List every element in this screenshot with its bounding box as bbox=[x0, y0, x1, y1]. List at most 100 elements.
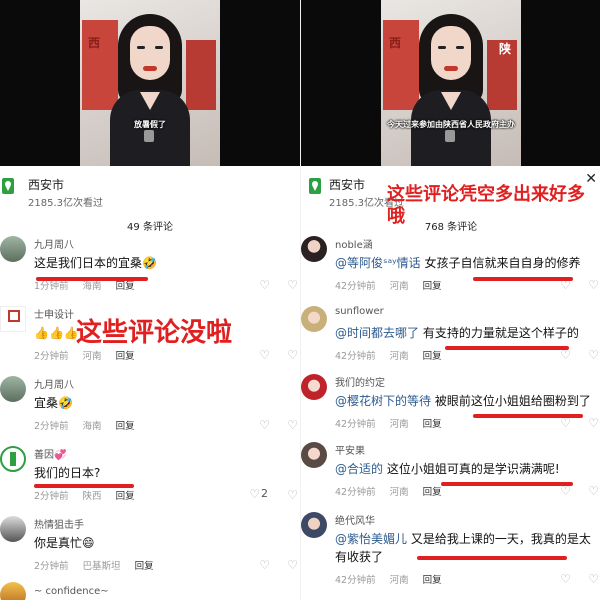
comment-username[interactable]: ~ confidence~ bbox=[34, 586, 109, 597]
avatar[interactable] bbox=[301, 236, 327, 262]
comment-count: 49 条评论 bbox=[127, 222, 173, 233]
dislike-icon[interactable]: ♡ bbox=[588, 348, 599, 362]
dislike-icon[interactable]: ♡ bbox=[287, 278, 298, 292]
avatar[interactable] bbox=[0, 582, 26, 600]
comment-username[interactable]: 善因💞 bbox=[34, 446, 66, 461]
avatar[interactable] bbox=[0, 306, 26, 332]
comment-time: 2分钟前 bbox=[34, 351, 69, 362]
comment-mention[interactable]: @樱花树下的等待 bbox=[335, 394, 431, 408]
avatar[interactable] bbox=[301, 442, 327, 468]
presenter-image bbox=[110, 10, 190, 166]
avatar[interactable] bbox=[301, 306, 327, 332]
comment-time: 2分钟前 bbox=[34, 491, 69, 502]
comment-username[interactable]: 我们的约定 bbox=[335, 374, 385, 389]
comment-mention[interactable]: @合适的 bbox=[335, 462, 383, 476]
like-icon[interactable]: ♡ bbox=[560, 348, 571, 362]
like-icon[interactable]: ♡ bbox=[259, 278, 270, 292]
comment-text: 宜桑🤣 bbox=[34, 396, 73, 410]
reply-button[interactable]: 回复 bbox=[423, 419, 442, 430]
reply-button[interactable]: 回复 bbox=[423, 487, 442, 498]
comment-text: 我们的日本? bbox=[34, 466, 101, 480]
comment-mention[interactable]: @等阿俊ˢᵃʸ情话 bbox=[335, 256, 421, 270]
comment-username[interactable]: 士申设计 bbox=[34, 306, 74, 321]
comment-time: 42分钟前 bbox=[335, 487, 376, 498]
comment-username[interactable]: noble涵 bbox=[335, 236, 373, 251]
highlight-underline bbox=[441, 482, 573, 486]
like-icon[interactable]: ♡ bbox=[259, 348, 270, 362]
comment-mention[interactable]: @时间都去哪了 bbox=[335, 326, 419, 340]
like-icon[interactable]: ♡ bbox=[560, 416, 571, 430]
avatar[interactable] bbox=[301, 512, 327, 538]
dislike-icon[interactable]: ♡ bbox=[588, 572, 599, 586]
reply-button[interactable]: 回复 bbox=[423, 351, 442, 362]
comment-username[interactable]: 九月周八 bbox=[34, 236, 74, 251]
video-player[interactable]: 西 放暑假了 bbox=[0, 0, 300, 166]
highlight-underline bbox=[473, 414, 583, 418]
comment-time: 2分钟前 bbox=[34, 561, 69, 572]
video-subtitle: 今天过来参加由陕西省人民政府主办 bbox=[387, 119, 515, 129]
dislike-icon[interactable]: ♡ bbox=[287, 488, 298, 502]
comment-username[interactable]: 热情狙击手 bbox=[34, 516, 84, 531]
comment-username[interactable]: sunflower bbox=[335, 306, 384, 317]
reply-button[interactable]: 回复 bbox=[423, 281, 442, 292]
reply-button[interactable]: 回复 bbox=[135, 561, 154, 572]
avatar[interactable] bbox=[0, 446, 26, 472]
dislike-icon[interactable]: ♡ bbox=[588, 278, 599, 292]
like-icon[interactable]: ♡ bbox=[259, 418, 270, 432]
comment-region: 河南 bbox=[82, 351, 102, 362]
reply-button[interactable]: 回复 bbox=[116, 421, 135, 432]
dislike-icon[interactable]: ♡ bbox=[588, 416, 599, 430]
comment-time: 42分钟前 bbox=[335, 281, 376, 292]
like-icon[interactable]: ♡ bbox=[560, 484, 571, 498]
like-icon[interactable]: ♡ bbox=[249, 487, 260, 501]
location-name: 西安市 bbox=[329, 178, 366, 192]
avatar[interactable] bbox=[0, 236, 26, 262]
comment-text: 👍👍👍 bbox=[34, 326, 79, 340]
comment-text: 你是真忙😄 bbox=[34, 536, 95, 550]
comment-item[interactable]: ~ confidence~ bbox=[0, 582, 300, 600]
dislike-icon[interactable]: ♡ bbox=[287, 418, 298, 432]
comment-region: 河南 bbox=[389, 351, 409, 362]
video-subtitle: 放暑假了 bbox=[134, 119, 166, 129]
location-pin-icon bbox=[2, 178, 14, 194]
video-player[interactable]: 西 陕 今天过来参加由陕西省人民政府主办 bbox=[301, 0, 600, 166]
highlight-underline bbox=[34, 484, 134, 488]
location-name: 西安市 bbox=[28, 178, 65, 192]
like-icon[interactable]: ♡ bbox=[560, 572, 571, 586]
comment-time: 42分钟前 bbox=[335, 351, 376, 362]
comment-region: 海南 bbox=[82, 421, 102, 432]
comment-region: 河南 bbox=[389, 487, 409, 498]
comment-region: 河南 bbox=[389, 575, 409, 586]
comment-region: 陕西 bbox=[82, 491, 102, 502]
like-count: 2 bbox=[261, 487, 268, 500]
highlight-underline bbox=[36, 277, 148, 281]
comment-username[interactable]: 平安果 bbox=[335, 442, 365, 457]
avatar[interactable] bbox=[0, 376, 26, 402]
reply-button[interactable]: 回复 bbox=[116, 281, 135, 292]
location-pin-icon bbox=[309, 178, 321, 194]
location-header[interactable]: 西安市 2185.3亿次看过 bbox=[0, 170, 300, 214]
comment-time: 42分钟前 bbox=[335, 575, 376, 586]
comment-username[interactable]: 绝代风华 bbox=[335, 512, 375, 527]
reply-button[interactable]: 回复 bbox=[116, 351, 135, 362]
location-views: 2185.3亿次看过 bbox=[28, 198, 103, 209]
avatar[interactable] bbox=[0, 516, 26, 542]
dislike-icon[interactable]: ♡ bbox=[588, 484, 599, 498]
comment-username[interactable]: 九月周八 bbox=[34, 376, 74, 391]
dislike-icon[interactable]: ♡ bbox=[287, 348, 298, 362]
comment-mention[interactable]: @紫怡美媚儿 bbox=[335, 532, 407, 546]
highlight-underline bbox=[417, 556, 567, 560]
reply-button[interactable]: 回复 bbox=[423, 575, 442, 586]
comment-region: 巴基斯坦 bbox=[82, 561, 121, 572]
like-icon[interactable]: ♡ bbox=[259, 558, 270, 572]
dislike-icon[interactable]: ♡ bbox=[287, 558, 298, 572]
video-frame: 西 bbox=[80, 0, 220, 166]
comment-text: 女孩子自信就来自自身的修养 bbox=[424, 256, 581, 270]
left-screenshot: 西 放暑假了 西安市 2185.3亿次看过 49 条评论 九月周八 这是我们日本… bbox=[0, 0, 300, 600]
comment-region: 河南 bbox=[389, 419, 409, 430]
comment-time: 1分钟前 bbox=[34, 281, 69, 292]
highlight-underline bbox=[445, 346, 569, 350]
reply-button[interactable]: 回复 bbox=[116, 491, 135, 502]
avatar[interactable] bbox=[301, 374, 327, 400]
video-frame: 西 陕 bbox=[381, 0, 521, 166]
